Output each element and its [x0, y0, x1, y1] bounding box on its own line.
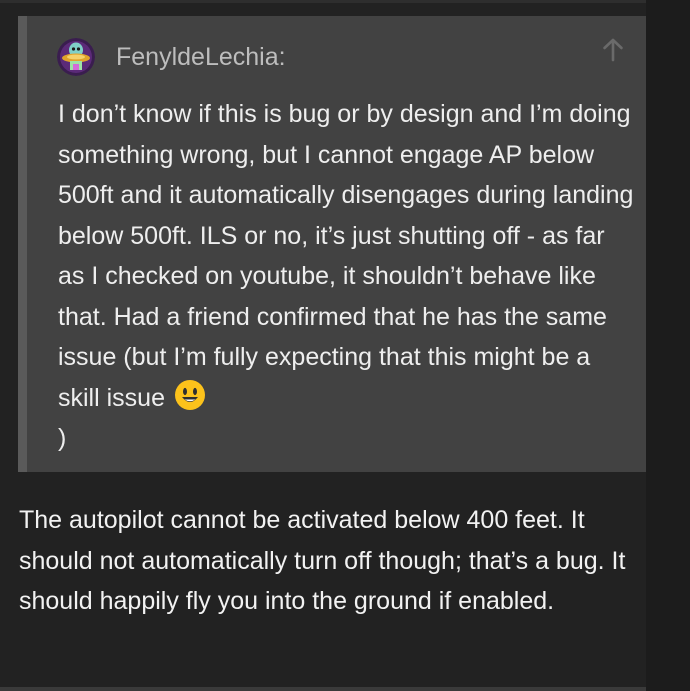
divider: [0, 687, 646, 691]
post: FenyldeLechia: I don’t know if this is b…: [0, 0, 646, 691]
arrow-up-icon[interactable]: [602, 38, 624, 62]
alien-ufo-avatar-icon: [57, 38, 95, 76]
smiley-emoji-icon: [174, 379, 206, 411]
reply-text: The autopilot cannot be activated below …: [19, 506, 626, 615]
divider: [0, 0, 646, 3]
quote-closing-paren: ): [58, 424, 67, 452]
quote-block: FenyldeLechia: I don’t know if this is b…: [18, 16, 646, 472]
quote-author[interactable]: FenyldeLechia:: [116, 43, 286, 72]
quote-text: I don’t know if this is bug or by design…: [58, 94, 636, 459]
quote-body-text: I don’t know if this is bug or by design…: [58, 100, 634, 412]
avatar[interactable]: [57, 38, 95, 76]
quote-header: FenyldeLechia:: [57, 38, 286, 76]
